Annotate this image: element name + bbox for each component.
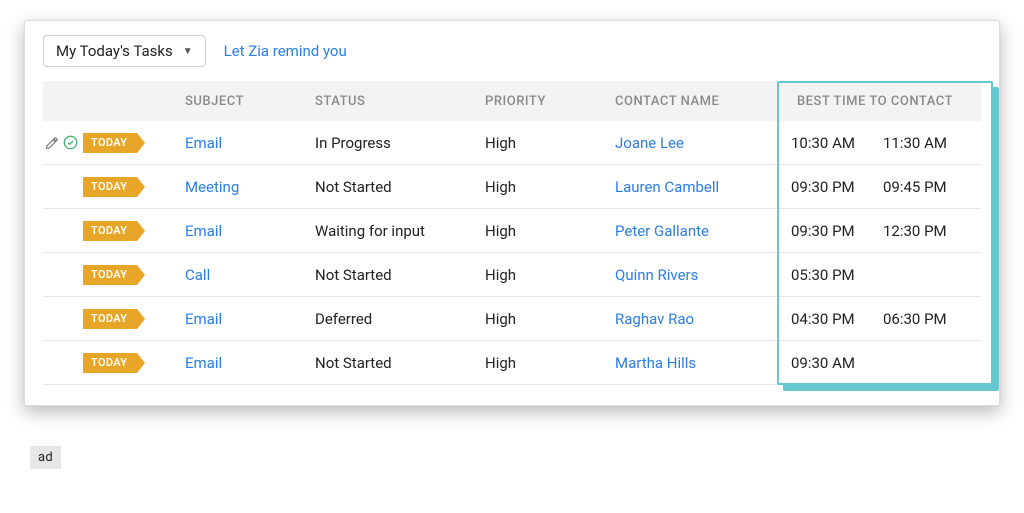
task-contact-link[interactable]: Lauren Cambell xyxy=(615,178,775,196)
task-best-time: 05:30 PM xyxy=(775,266,975,284)
task-contact-link[interactable]: Peter Gallante xyxy=(615,222,775,240)
chevron-down-icon: ▼ xyxy=(183,46,193,57)
task-priority: High xyxy=(485,266,615,284)
task-table: SUBJECT STATUS PRIORITY CONTACT NAME BES… xyxy=(25,81,999,385)
table-row[interactable]: TODAY Call Not Started High Quinn Rivers… xyxy=(43,253,981,297)
task-subject-link[interactable]: Meeting xyxy=(185,178,315,196)
zia-reminder-link[interactable]: Let Zia remind you xyxy=(224,42,347,60)
table-row[interactable]: TODAY Email Deferred High Raghav Rao 04:… xyxy=(43,297,981,341)
view-selector-dropdown[interactable]: My Today's Tasks ▼ xyxy=(43,35,206,67)
task-status: Waiting for input xyxy=(315,222,485,240)
best-time-2: 12:30 PM xyxy=(883,222,975,240)
task-status: Not Started xyxy=(315,178,485,196)
task-status: Not Started xyxy=(315,266,485,284)
ad-label: ad xyxy=(30,446,61,469)
col-header-priority[interactable]: PRIORITY xyxy=(485,94,615,109)
task-best-time: 04:30 PM 06:30 PM xyxy=(775,310,975,328)
complete-icon[interactable] xyxy=(63,135,78,150)
task-subject-link[interactable]: Email xyxy=(185,134,315,152)
col-header-best-time[interactable]: BEST TIME TO CONTACT xyxy=(775,94,975,109)
task-priority: High xyxy=(485,178,615,196)
footer: ad xyxy=(30,446,1000,469)
task-subject-link[interactable]: Email xyxy=(185,310,315,328)
table-row[interactable]: TODAY Meeting Not Started High Lauren Ca… xyxy=(43,165,981,209)
task-contact-link[interactable]: Raghav Rao xyxy=(615,310,775,328)
task-status: Deferred xyxy=(315,310,485,328)
task-status: In Progress xyxy=(315,134,485,152)
col-header-contact[interactable]: CONTACT NAME xyxy=(615,94,775,109)
best-time-1: 09:30 PM xyxy=(791,178,883,196)
task-priority: High xyxy=(485,134,615,152)
task-priority: High xyxy=(485,222,615,240)
view-selector-label: My Today's Tasks xyxy=(56,42,173,60)
best-time-2: 09:45 PM xyxy=(883,178,975,196)
task-contact-link[interactable]: Quinn Rivers xyxy=(615,266,775,284)
today-badge: TODAY xyxy=(83,221,137,241)
best-time-2: 06:30 PM xyxy=(883,310,975,328)
topbar: My Today's Tasks ▼ Let Zia remind you xyxy=(25,21,999,81)
best-time-1: 05:30 PM xyxy=(791,266,883,284)
today-badge: TODAY xyxy=(83,265,137,285)
today-badge: TODAY xyxy=(83,353,137,373)
table-row[interactable]: TODAY Email In Progress High Joane Lee 1… xyxy=(43,121,981,165)
task-contact-link[interactable]: Joane Lee xyxy=(615,134,775,152)
best-time-1: 09:30 AM xyxy=(791,354,883,372)
best-time-1: 10:30 AM xyxy=(791,134,883,152)
best-time-2: 11:30 AM xyxy=(883,134,975,152)
col-header-subject[interactable]: SUBJECT xyxy=(185,94,315,109)
task-best-time: 09:30 AM xyxy=(775,354,975,372)
today-badge: TODAY xyxy=(83,309,137,329)
task-best-time: 10:30 AM 11:30 AM xyxy=(775,134,975,152)
task-subject-link[interactable]: Email xyxy=(185,354,315,372)
table-row[interactable]: TODAY Email Not Started High Martha Hill… xyxy=(43,341,981,385)
best-time-1: 04:30 PM xyxy=(791,310,883,328)
best-time-1: 09:30 PM xyxy=(791,222,883,240)
task-best-time: 09:30 PM 12:30 PM xyxy=(775,222,975,240)
task-priority: High xyxy=(485,354,615,372)
table-row[interactable]: TODAY Email Waiting for input High Peter… xyxy=(43,209,981,253)
col-header-status[interactable]: STATUS xyxy=(315,94,485,109)
today-badge: TODAY xyxy=(83,177,137,197)
edit-icon[interactable] xyxy=(45,136,59,150)
task-priority: High xyxy=(485,310,615,328)
today-badge: TODAY xyxy=(83,133,137,153)
task-subject-link[interactable]: Call xyxy=(185,266,315,284)
task-best-time: 09:30 PM 09:45 PM xyxy=(775,178,975,196)
task-subject-link[interactable]: Email xyxy=(185,222,315,240)
task-status: Not Started xyxy=(315,354,485,372)
table-header: SUBJECT STATUS PRIORITY CONTACT NAME BES… xyxy=(43,81,981,121)
task-contact-link[interactable]: Martha Hills xyxy=(615,354,775,372)
tasks-panel: My Today's Tasks ▼ Let Zia remind you SU… xyxy=(24,20,1000,406)
